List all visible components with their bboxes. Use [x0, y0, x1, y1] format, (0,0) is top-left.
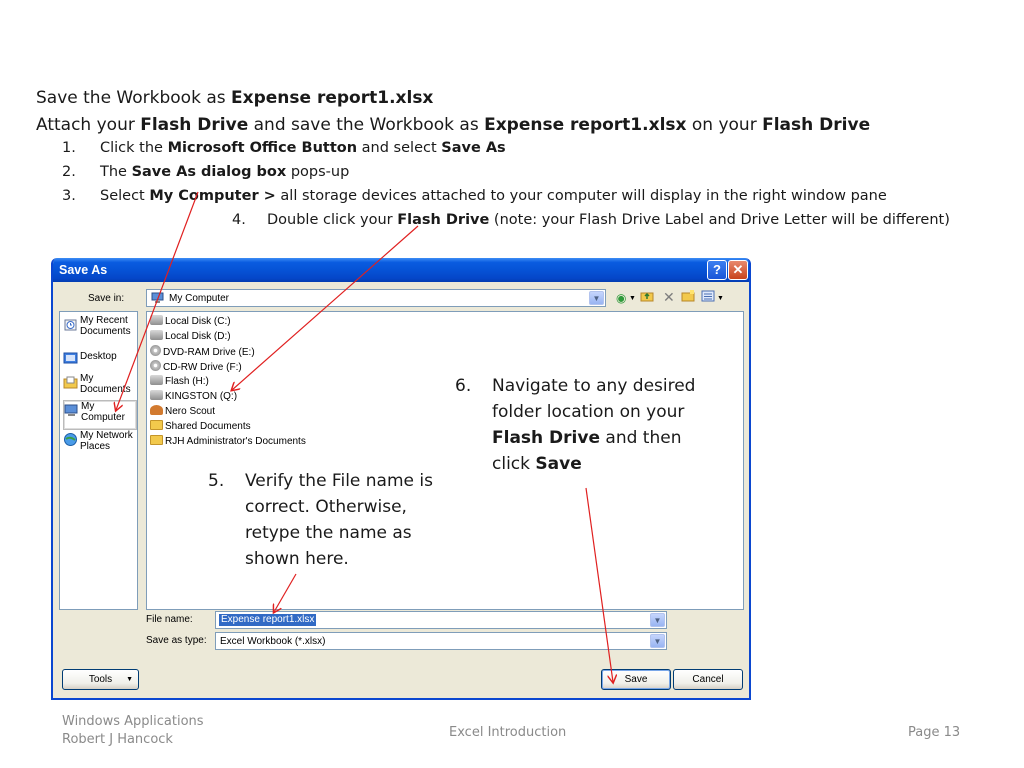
- save-as-type-label: Save as type:: [146, 635, 207, 646]
- file-name-value: Expense report1.xlsx: [219, 614, 317, 626]
- place-my-documents[interactable]: My Documents: [63, 373, 137, 403]
- list-item-kingston-q[interactable]: KINGSTON (Q:): [150, 390, 237, 404]
- place-my-computer[interactable]: My Computer: [63, 400, 137, 430]
- list-item-local-disk-c[interactable]: Local Disk (C:): [150, 315, 231, 329]
- optical-disc-icon: [150, 345, 161, 356]
- hard-disk-icon: [150, 330, 163, 340]
- chevron-down-icon[interactable]: ▼: [589, 291, 604, 305]
- my-computer-icon: [64, 403, 79, 418]
- folder-icon: [150, 420, 163, 430]
- list-item-rjh-administrators-documents[interactable]: RJH Administrator's Documents: [150, 435, 306, 449]
- my-documents-icon: [63, 375, 78, 390]
- list-item-local-disk-d[interactable]: Local Disk (D:): [150, 330, 231, 344]
- removable-drive-icon: [150, 375, 163, 385]
- tools-button[interactable]: Tools ▼: [62, 669, 139, 690]
- footer-left: Windows Applications Robert J Hancock: [62, 714, 204, 747]
- up-folder-icon[interactable]: [640, 290, 654, 306]
- back-icon[interactable]: ◉: [616, 290, 626, 306]
- place-my-recent-documents[interactable]: My Recent Documents: [63, 315, 137, 345]
- file-name-input[interactable]: Expense report1.xlsx ▼: [215, 611, 667, 629]
- list-item-dvd-ram-drive[interactable]: DVD-RAM Drive (E:): [150, 345, 255, 359]
- save-button[interactable]: Save: [601, 669, 671, 690]
- save-as-type-select[interactable]: Excel Workbook (*.xlsx) ▼: [215, 632, 667, 650]
- close-button[interactable]: ✕: [728, 260, 748, 280]
- dialog-title: Save As: [59, 263, 108, 277]
- list-item-flash-h[interactable]: Flash (H:): [150, 375, 209, 389]
- file-name-label: File name:: [146, 614, 193, 625]
- instruction-line-1: Save the Workbook as Expense report1.xls…: [36, 88, 434, 108]
- place-my-network-places[interactable]: My Network Places: [63, 430, 137, 460]
- hard-disk-icon: [150, 315, 163, 325]
- places-bar: My Recent Documents Desktop My Documents…: [59, 311, 138, 610]
- footer-page-number: Page 13: [908, 725, 961, 740]
- chevron-down-icon[interactable]: ▼: [650, 613, 665, 627]
- save-in-label: Save in:: [88, 293, 125, 304]
- folder-icon: [150, 435, 163, 445]
- chevron-down-icon[interactable]: ▼: [717, 291, 724, 307]
- dialog-titlebar[interactable]: Save As ? ✕: [53, 258, 749, 282]
- removable-drive-icon: [150, 390, 163, 400]
- network-places-icon: [63, 432, 78, 447]
- save-in-dropdown[interactable]: My Computer ▼: [146, 289, 606, 307]
- delete-icon[interactable]: ✕: [663, 290, 675, 306]
- cancel-button[interactable]: Cancel: [673, 669, 743, 690]
- my-computer-icon: [151, 292, 164, 304]
- instruction-line-2: Attach your Flash Drive and save the Wor…: [36, 115, 871, 135]
- optical-disc-icon: [150, 360, 161, 371]
- nero-scout-icon: [150, 405, 163, 415]
- list-item-shared-documents[interactable]: Shared Documents: [150, 420, 251, 434]
- save-as-type-value: Excel Workbook (*.xlsx): [220, 636, 326, 647]
- chevron-down-icon[interactable]: ▼: [650, 634, 665, 648]
- recent-documents-icon: [63, 317, 78, 332]
- chevron-down-icon: ▼: [126, 676, 133, 683]
- chevron-down-icon[interactable]: ▼: [629, 291, 636, 307]
- views-icon[interactable]: [701, 290, 715, 306]
- list-item-cd-rw-drive[interactable]: CD-RW Drive (F:): [150, 360, 242, 374]
- help-button[interactable]: ?: [707, 260, 727, 280]
- new-folder-icon[interactable]: [681, 290, 695, 306]
- footer-center: Excel Introduction: [449, 725, 567, 740]
- list-item-nero-scout[interactable]: Nero Scout: [150, 405, 215, 419]
- save-in-value: My Computer: [169, 293, 230, 304]
- desktop-icon: [63, 351, 78, 366]
